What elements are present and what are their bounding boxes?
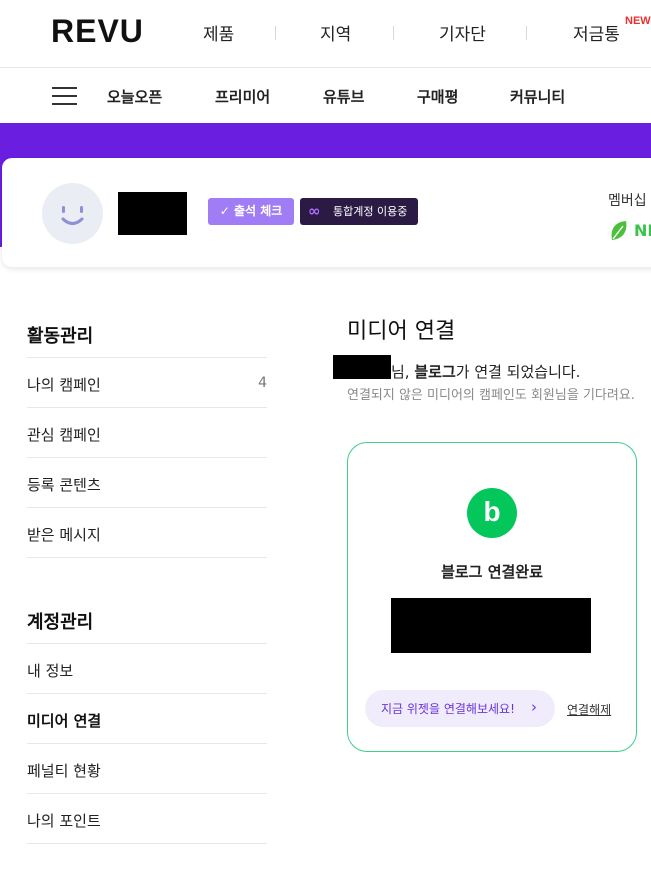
sidebar-item-label: 받은 메시지 — [27, 526, 101, 544]
nav-divider — [393, 26, 394, 40]
page-title: 미디어 연결 — [347, 319, 456, 344]
sidebar-item-label: 나의 포인트 — [27, 812, 101, 830]
subnav-youtube[interactable]: 유튜브 — [323, 86, 364, 107]
nav-product[interactable]: 제품 — [203, 20, 234, 45]
integrated-account-button[interactable]: ∞ 통합계정 이용중 — [300, 198, 418, 225]
check-icon: ✓ — [219, 204, 230, 218]
sidebar-item-label: 내 정보 — [27, 662, 74, 680]
revu-logo[interactable]: REVU — [51, 13, 144, 50]
sidebar-item-received-messages[interactable]: 받은 메시지 — [27, 507, 267, 558]
sidebar-item-penalty-status[interactable]: 페널티 현황 — [27, 743, 267, 794]
nav-region[interactable]: 지역 — [320, 20, 351, 45]
leaf-icon — [611, 221, 627, 240]
sub-navigation: 오늘오픈 프리미어 유튜브 구매평 커뮤니티 — [0, 68, 651, 123]
infinity-icon: ∞ — [308, 202, 321, 220]
blog-logo-icon: b — [467, 488, 517, 538]
sidebar-divider — [27, 557, 267, 558]
subnav-purchase-review[interactable]: 구매평 — [417, 86, 458, 107]
blog-connection-card: b 블로그 연결완료 지금 위젯을 연결해보세요! › 연결해제 — [347, 442, 637, 752]
redacted-username — [333, 355, 391, 379]
nav-piggybank[interactable]: 저금통 — [573, 20, 620, 45]
sidebar-item-my-campaigns[interactable]: 나의 캠페인 4 — [27, 357, 267, 408]
chevron-right-icon: › — [531, 698, 537, 716]
sidebar-heading-activity: 활동관리 — [27, 326, 94, 347]
subnav-today-open[interactable]: 오늘오픈 — [107, 86, 162, 107]
connection-subtext: 연결되지 않은 미디어의 캠페인도 회원님을 기다려요. — [347, 388, 635, 403]
sidebar-item-label: 관심 캠페인 — [27, 426, 101, 444]
redacted-blog-info — [391, 598, 591, 653]
sidebar-heading-account: 계정관리 — [27, 612, 94, 633]
integrated-account-label: 통합계정 이용중 — [333, 205, 408, 218]
attendance-check-label: 출석 체크 — [233, 204, 283, 218]
attendance-check-button[interactable]: ✓ 출석 체크 — [208, 198, 294, 225]
sidebar-item-registered-content[interactable]: 등록 콘텐츠 — [27, 457, 267, 508]
connection-message: 님, 블로그가 연결 되었습니다. — [391, 363, 581, 381]
sidebar-item-interested-campaigns[interactable]: 관심 캠페인 — [27, 407, 267, 458]
sidebar-item-my-info[interactable]: 내 정보 — [27, 643, 267, 694]
sidebar-item-label: 등록 콘텐츠 — [27, 476, 101, 494]
connect-widget-button[interactable]: 지금 위젯을 연결해보세요! › — [365, 690, 555, 727]
sidebar-item-media-link[interactable]: 미디어 연결 — [27, 693, 267, 744]
subnav-community[interactable]: 커뮤니티 — [510, 86, 565, 107]
subnav-premier[interactable]: 프리미어 — [215, 86, 270, 107]
campaign-count: 4 — [258, 375, 267, 391]
sidebar-item-label: 나의 캠페인 — [27, 376, 101, 394]
sidebar-divider — [27, 843, 267, 844]
smiley-face-icon — [61, 206, 84, 225]
membership-label: 멤버십 — [608, 193, 647, 209]
sidebar-item-label: 페널티 현황 — [27, 762, 101, 780]
avatar[interactable] — [42, 183, 103, 244]
nav-reporters[interactable]: 기자단 — [439, 20, 486, 45]
sidebar-item-my-points[interactable]: 나의 포인트 — [27, 793, 267, 844]
top-header: REVU 제품 지역 기자단 저금통 NEW — [0, 0, 651, 68]
nav-divider — [275, 26, 276, 40]
nav-divider — [526, 26, 527, 40]
connect-widget-label: 지금 위젯을 연결해보세요! — [381, 702, 515, 716]
new-badge: NEW — [625, 15, 651, 27]
hamburger-menu-icon[interactable] — [52, 87, 77, 105]
sidebar-item-label: 미디어 연결 — [27, 712, 102, 730]
profile-card: ✓ 출석 체크 ∞ 통합계정 이용중 멤버십 NE — [2, 158, 651, 267]
redacted-username — [118, 192, 187, 235]
blog-connection-status: 블로그 연결완료 — [441, 563, 543, 581]
unlink-button[interactable]: 연결해제 — [567, 701, 611, 718]
membership-tier: NE — [634, 221, 651, 240]
